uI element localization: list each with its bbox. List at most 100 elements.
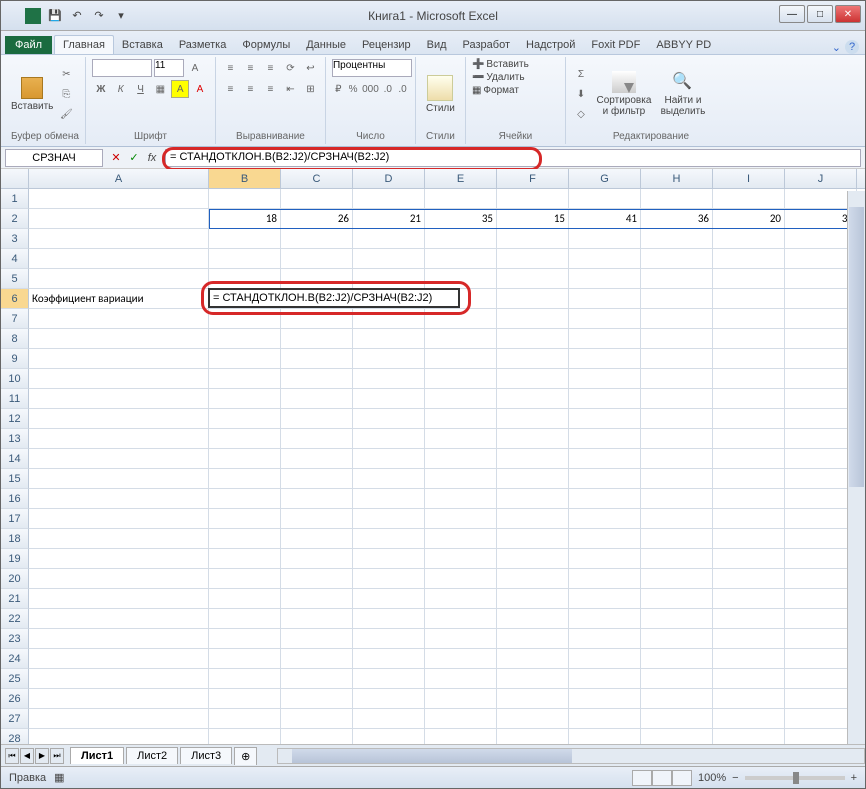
cell-D20[interactable] [353, 569, 425, 589]
cell-F1[interactable] [497, 189, 569, 209]
cell-B19[interactable] [209, 549, 281, 569]
cell-I9[interactable] [713, 349, 785, 369]
cell-F17[interactable] [497, 509, 569, 529]
cell-G19[interactable] [569, 549, 641, 569]
cell-I16[interactable] [713, 489, 785, 509]
cell-B9[interactable] [209, 349, 281, 369]
cancel-formula-icon[interactable]: ✕ [109, 151, 123, 164]
new-sheet-button[interactable]: ⊕ [234, 747, 257, 765]
cell-G22[interactable] [569, 609, 641, 629]
cell-E21[interactable] [425, 589, 497, 609]
cell-E26[interactable] [425, 689, 497, 709]
row-header-4[interactable]: 4 [1, 249, 29, 269]
cell-B12[interactable] [209, 409, 281, 429]
cell-C13[interactable] [281, 429, 353, 449]
row-header-25[interactable]: 25 [1, 669, 29, 689]
cell-H11[interactable] [641, 389, 713, 409]
cell-C24[interactable] [281, 649, 353, 669]
cell-F5[interactable] [497, 269, 569, 289]
row-header-17[interactable]: 17 [1, 509, 29, 529]
cell-E3[interactable] [425, 229, 497, 249]
cell-A4[interactable] [29, 249, 209, 269]
cell-C22[interactable] [281, 609, 353, 629]
cell-F11[interactable] [497, 389, 569, 409]
cell-F8[interactable] [497, 329, 569, 349]
cell-D25[interactable] [353, 669, 425, 689]
cell-E8[interactable] [425, 329, 497, 349]
tab-nav-last[interactable]: ⏭ [50, 748, 64, 764]
cell-B16[interactable] [209, 489, 281, 509]
zoom-in-button[interactable]: + [851, 772, 857, 784]
cell-I23[interactable] [713, 629, 785, 649]
zoom-slider[interactable] [745, 776, 845, 780]
cell-B1[interactable] [209, 189, 281, 209]
cell-G9[interactable] [569, 349, 641, 369]
cell-G23[interactable] [569, 629, 641, 649]
cell-D4[interactable] [353, 249, 425, 269]
cell-G8[interactable] [569, 329, 641, 349]
tab-nav-prev[interactable]: ◀ [20, 748, 34, 764]
cell-F27[interactable] [497, 709, 569, 729]
cell-H27[interactable] [641, 709, 713, 729]
cell-F24[interactable] [497, 649, 569, 669]
cell-D7[interactable] [353, 309, 425, 329]
cell-G12[interactable] [569, 409, 641, 429]
cell-E22[interactable] [425, 609, 497, 629]
cell-E24[interactable] [425, 649, 497, 669]
sheet-tab-2[interactable]: Лист2 [126, 747, 178, 764]
percent-icon[interactable]: % [347, 80, 360, 98]
cell-E4[interactable] [425, 249, 497, 269]
cell-B7[interactable] [209, 309, 281, 329]
cell-C11[interactable] [281, 389, 353, 409]
cell-C10[interactable] [281, 369, 353, 389]
orientation-icon[interactable]: ⟳ [281, 59, 299, 77]
comma-icon[interactable]: 000 [361, 80, 379, 98]
cell-D1[interactable] [353, 189, 425, 209]
vertical-scrollbar[interactable] [847, 191, 865, 744]
cell-C23[interactable] [281, 629, 353, 649]
tab-data[interactable]: Данные [298, 36, 354, 54]
cell-E19[interactable] [425, 549, 497, 569]
format-painter-icon[interactable]: 🖌 [57, 105, 75, 123]
align-bottom-icon[interactable]: ≡ [261, 59, 279, 77]
select-all-corner[interactable] [1, 169, 29, 188]
cell-I19[interactable] [713, 549, 785, 569]
cell-H1[interactable] [641, 189, 713, 209]
fill-color-icon[interactable]: A [171, 80, 189, 98]
cell-G10[interactable] [569, 369, 641, 389]
cell-F19[interactable] [497, 549, 569, 569]
cell-H26[interactable] [641, 689, 713, 709]
tab-review[interactable]: Рецензир [354, 36, 419, 54]
cell-H5[interactable] [641, 269, 713, 289]
tab-layout[interactable]: Разметка [171, 36, 235, 54]
cell-D15[interactable] [353, 469, 425, 489]
formula-input[interactable]: = СТАНДОТКЛОН.В(B2:J2)/СРЗНАЧ(B2:J2) [165, 149, 861, 167]
cell-C5[interactable] [281, 269, 353, 289]
cell-E25[interactable] [425, 669, 497, 689]
align-left-icon[interactable]: ≡ [221, 80, 239, 98]
vscroll-thumb[interactable] [849, 207, 864, 487]
tab-foxit[interactable]: Foxit PDF [583, 36, 648, 54]
cell-H18[interactable] [641, 529, 713, 549]
font-family-select[interactable] [92, 59, 152, 77]
cell-G1[interactable] [569, 189, 641, 209]
autosum-icon[interactable]: Σ [572, 65, 590, 83]
cell-A14[interactable] [29, 449, 209, 469]
cell-A21[interactable] [29, 589, 209, 609]
cell-A2[interactable] [29, 209, 209, 229]
number-format-select[interactable]: Процентны [332, 59, 412, 77]
row-header-18[interactable]: 18 [1, 529, 29, 549]
cell-E27[interactable] [425, 709, 497, 729]
undo-button[interactable]: ↶ [67, 6, 87, 26]
cell-F3[interactable] [497, 229, 569, 249]
tab-nav-next[interactable]: ▶ [35, 748, 49, 764]
cell-A22[interactable] [29, 609, 209, 629]
cell-A16[interactable] [29, 489, 209, 509]
cell-I18[interactable] [713, 529, 785, 549]
align-middle-icon[interactable]: ≡ [241, 59, 259, 77]
cell-A24[interactable] [29, 649, 209, 669]
underline-button[interactable]: Ч [132, 80, 150, 98]
cell-A25[interactable] [29, 669, 209, 689]
cell-C4[interactable] [281, 249, 353, 269]
cell-H12[interactable] [641, 409, 713, 429]
